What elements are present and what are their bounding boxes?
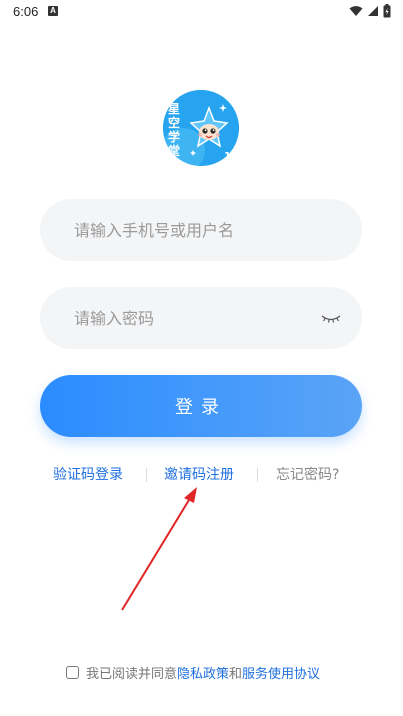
eye-closed-icon[interactable]: [320, 309, 342, 327]
username-field-container: [40, 199, 362, 261]
forgot-password-link[interactable]: 忘记密码?: [276, 465, 339, 485]
divider: [257, 468, 258, 482]
login-button[interactable]: 登录: [40, 375, 362, 437]
agreement-and: 和: [229, 666, 243, 682]
logo-badge: 1: [224, 151, 231, 162]
agreement-prefix: 我已阅读并同意: [86, 666, 178, 682]
notification-icon: A: [48, 6, 58, 16]
privacy-policy-link[interactable]: 隐私政策: [177, 663, 229, 682]
divider: [146, 468, 147, 482]
invite-register-link[interactable]: 邀请码注册: [164, 465, 234, 485]
wifi-icon: [349, 6, 363, 16]
username-input[interactable]: [74, 199, 324, 261]
status-bar: 6:06 A: [0, 0, 403, 26]
status-icons: [349, 4, 391, 18]
password-input[interactable]: [74, 287, 324, 349]
sms-login-link[interactable]: 验证码登录: [53, 465, 123, 485]
agreement-row: 我已阅读并同意 隐私政策 和 服务使用协议: [66, 662, 320, 682]
battery-icon: [383, 4, 391, 18]
app-logo-avatar: 星空学堂 1: [163, 90, 239, 166]
status-time: 6:06: [13, 4, 39, 19]
password-field-container: [40, 287, 362, 349]
signal-icon: [368, 6, 378, 16]
terms-of-service-link[interactable]: 服务使用协议: [242, 663, 320, 682]
logo-text: 星空学堂: [168, 102, 181, 158]
agreement-checkbox[interactable]: [66, 665, 79, 679]
